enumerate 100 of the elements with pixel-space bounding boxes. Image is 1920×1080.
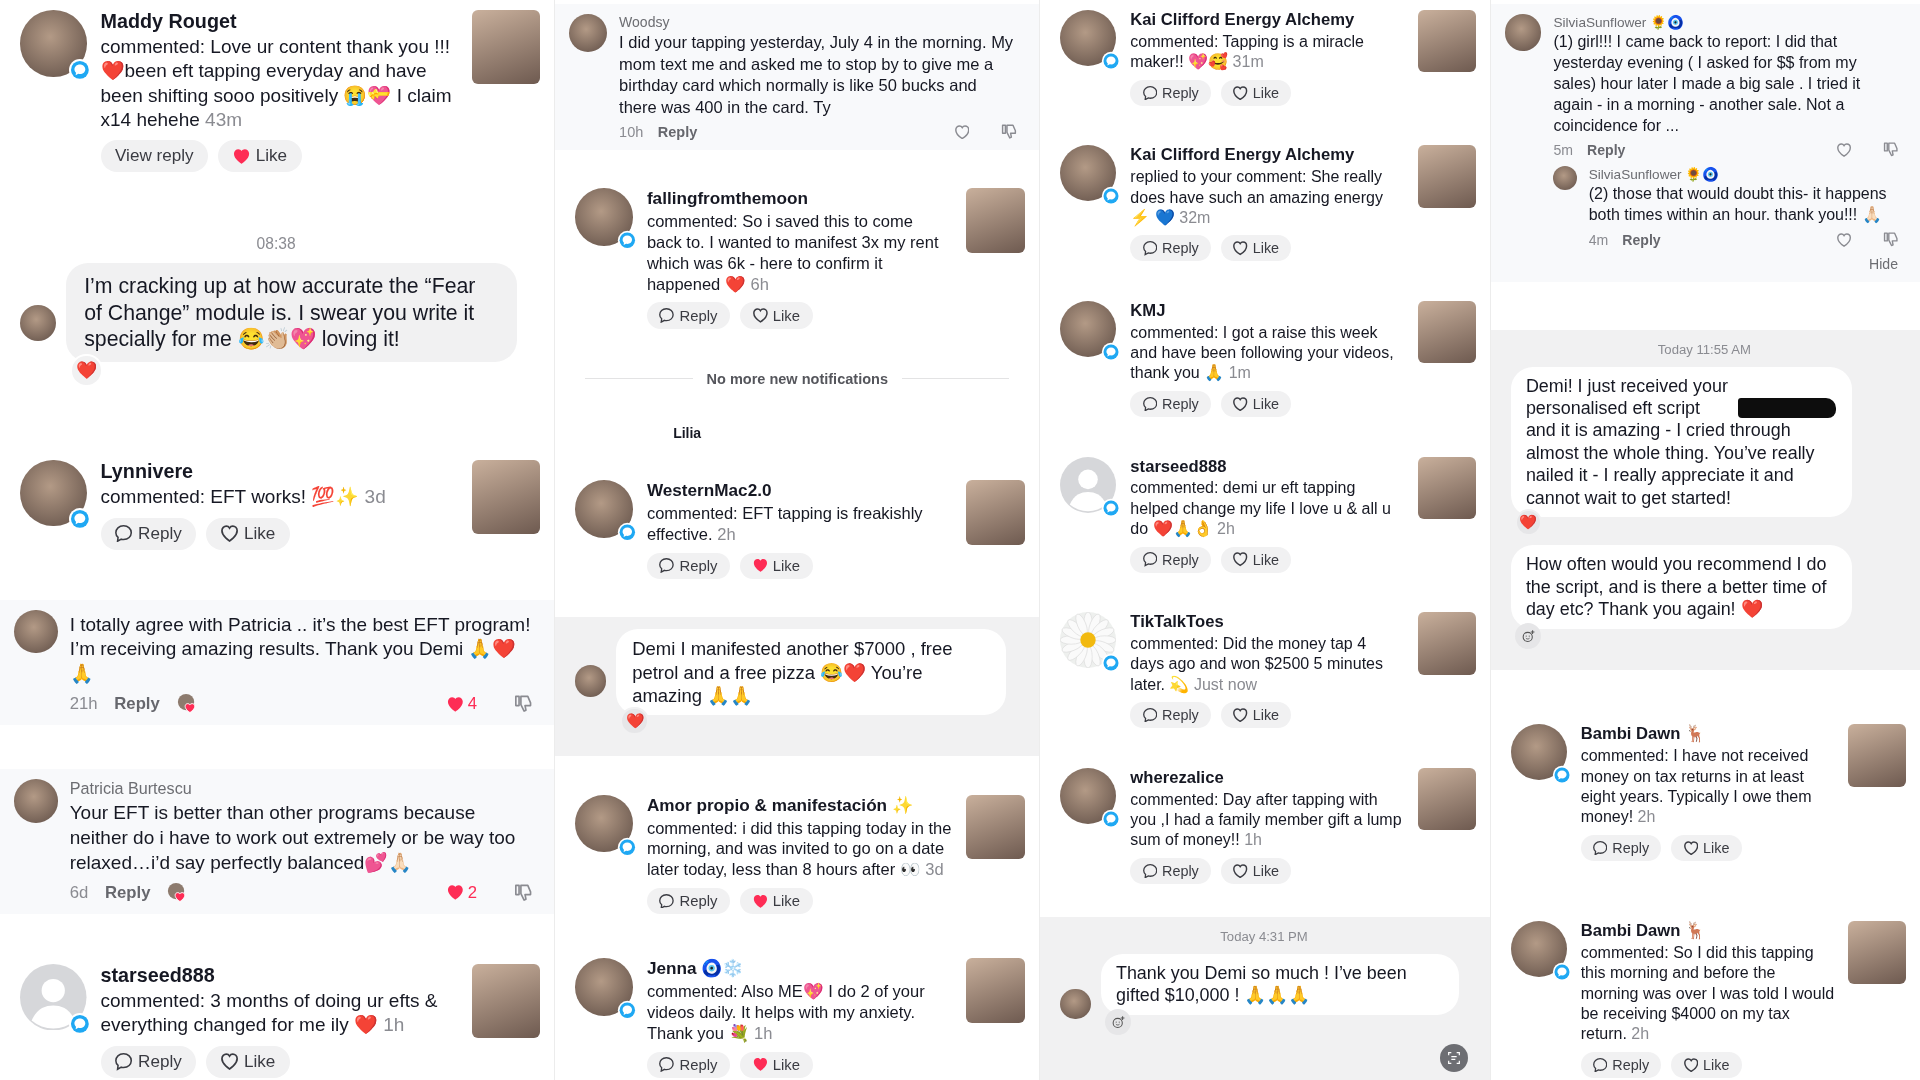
reply-icon [1142, 708, 1157, 723]
reply-icon [1142, 863, 1157, 879]
comment-text: I did your tapping yesterday, July 4 in the morning. My mom text me and asked me to stop by to give me a birthday card which normally is like 50 bucks and there was 400 in the card. Ty [619, 32, 1015, 118]
add-reaction-button[interactable] [1514, 622, 1542, 650]
like-button[interactable]: Like [1671, 834, 1742, 861]
comment-text: replied to your comment: She really does have such an amazing energy ⚡ 💙 32m [1130, 167, 1384, 229]
reply-button[interactable]: Reply [646, 887, 731, 915]
user-name: SilviaSunflower 🌻🧿 [1553, 14, 1686, 30]
message-text: and it is amazing - I cried through almost the whole thing. You’ve really nailed it - I really appreciate it and cannot wait to get started! [1525, 419, 1816, 509]
comment-text: Your EFT is better than other programs because neither do i have to work out extremely or be way too relaxed…i’d say perfectly balanced💕🙏🏻 [69, 801, 517, 875]
user-name: TikTalkToes [1130, 612, 1225, 633]
comment-text: commented: Day after tapping with you ,I had a family member gift a lump sum of money!! 1h [1130, 789, 1403, 851]
reply-button[interactable]: Reply [105, 882, 151, 903]
comment-badge-icon [67, 1011, 92, 1036]
avatar-silhouette [20, 963, 87, 1031]
reaction-emoji: ❤ [1514, 509, 1542, 537]
thumbs-down-icon[interactable] [1882, 231, 1898, 248]
comment-text: commented: Also ME💖 I do 2 of your videos daily. It helps with my anxiety. Thank you 💐 1h [646, 981, 926, 1045]
avatar [1060, 10, 1117, 66]
user-name: starseed888 [100, 963, 216, 987]
like-button[interactable] [954, 124, 970, 140]
like-button[interactable]: Like [1221, 390, 1292, 418]
thumbs-down-icon[interactable] [1882, 142, 1898, 158]
like-button[interactable]: 4 [446, 694, 477, 715]
divider-label: No more new notifications [706, 370, 888, 387]
thumbs-down-icon[interactable] [513, 883, 533, 902]
reply-button[interactable]: Reply [1130, 390, 1212, 418]
like-button[interactable] [1837, 142, 1852, 157]
avatar-silhouette [1060, 456, 1117, 513]
reply-icon [1142, 552, 1157, 567]
reply-button[interactable]: Reply [1130, 546, 1212, 573]
like-button[interactable]: Like [1221, 235, 1292, 262]
reply-button[interactable]: Reply [100, 517, 197, 550]
comment-text: commented: Tapping is a miracle maker!! 💖🥰 31m [1130, 31, 1365, 73]
like-button[interactable]: Like [1221, 702, 1292, 729]
view-reply-button[interactable]: View reply [100, 140, 209, 173]
comment-badge-icon [1101, 653, 1122, 674]
reply-button[interactable]: Reply [1130, 235, 1212, 262]
comment-text: commented: So I did this tapping this morning and before the morning was over I was told I would be receiving $4000 on my tax return. 2h [1580, 943, 1835, 1045]
comment-text: commented: i did this tapping today in the morning, and was invited to go on a date later today, less than 8 hours after 👀 3d [646, 817, 952, 881]
reply-button[interactable]: Reply [100, 1046, 197, 1078]
like-button[interactable]: Like [1221, 857, 1292, 884]
reply-button[interactable]: Reply [1587, 141, 1626, 158]
reply-button[interactable]: Reply [646, 1051, 731, 1078]
thumbs-down-icon[interactable] [1001, 124, 1018, 140]
like-button[interactable]: Like [1221, 79, 1292, 106]
comment-badge-icon [1101, 341, 1122, 362]
reply-button[interactable]: Reply [646, 552, 731, 579]
comment-time: 10h [619, 124, 644, 140]
reaction-emoji: ❤ [620, 707, 649, 736]
user-name: Patricia Burtescu [69, 779, 193, 799]
like-button[interactable]: Like [218, 140, 302, 173]
scan-button[interactable] [1439, 1043, 1468, 1072]
user-name: Woodsy [619, 14, 671, 30]
user-name: Maddy Rouget [100, 10, 238, 33]
comment-badge-icon [617, 836, 638, 858]
video-thumbnail [1418, 612, 1476, 675]
scan-icon [1445, 1049, 1462, 1066]
comment-badge-icon [1101, 497, 1122, 518]
reply-button[interactable]: Reply [1580, 834, 1662, 861]
like-button[interactable] [1837, 232, 1852, 247]
user-name: fallingfromthemoon [646, 188, 809, 210]
hide-link[interactable]: Hide [1869, 256, 1898, 272]
comment-badge-icon [1101, 808, 1122, 829]
reply-button[interactable]: Reply [114, 694, 160, 715]
reply-button[interactable]: Reply [657, 124, 698, 140]
message-text: Demi I manifested another $7000 , free petrol and a free pizza 😂❤ You’re amazing 🙏🙏 [632, 637, 954, 707]
reply-button[interactable]: Reply [1130, 79, 1212, 106]
video-thumbnail [965, 188, 1026, 253]
video-thumbnail [965, 958, 1026, 1023]
like-button[interactable]: Like [206, 517, 290, 550]
reply-button[interactable]: Reply [1622, 231, 1661, 248]
video-thumbnail [1418, 145, 1476, 208]
comment-text: commented: EFT tapping is freakishly effective. 2h [646, 503, 924, 546]
like-button[interactable]: Like [1221, 546, 1292, 573]
add-reaction-button[interactable] [1104, 1008, 1132, 1036]
like-button[interactable]: Like [740, 552, 813, 579]
like-button[interactable]: Like [740, 1051, 813, 1078]
comment-text: commented: EFT works! 💯✨ 3d [100, 484, 387, 509]
like-button[interactable]: 2 [446, 882, 477, 903]
reply-button[interactable]: Reply [646, 302, 731, 329]
user-name: Kai Clifford Energy Alchemy [1130, 145, 1356, 166]
reply-button[interactable]: Reply [1130, 702, 1212, 729]
like-button[interactable]: Like [740, 887, 813, 915]
comment-text: commented: demi ur eft tapping helped change my life I love u & all u do ❤🙏👌 2h [1130, 478, 1392, 540]
comment-text: commented: 3 months of doing ur efts & everything changed for me ily ❤ 1h [100, 989, 439, 1038]
thumbs-down-icon[interactable] [513, 695, 533, 714]
like-button[interactable]: Like [206, 1046, 290, 1078]
avatar [1552, 165, 1577, 190]
like-button[interactable]: Like [1671, 1051, 1742, 1078]
comment-text: (2) those that would doubt this- it happens both times within an hour. thank you!!! 🙏🏻 [1588, 184, 1888, 226]
reaction-emoji: ❤ [70, 354, 103, 387]
avatar [569, 14, 608, 52]
comment-badge-icon [1101, 51, 1122, 71]
reply-button[interactable]: Reply [1130, 857, 1212, 884]
reply-button[interactable]: Reply [1580, 1051, 1662, 1078]
daisy-avatar [1060, 612, 1117, 669]
reply-icon [659, 893, 675, 909]
avatar [575, 188, 633, 246]
like-button[interactable]: Like [740, 302, 813, 329]
